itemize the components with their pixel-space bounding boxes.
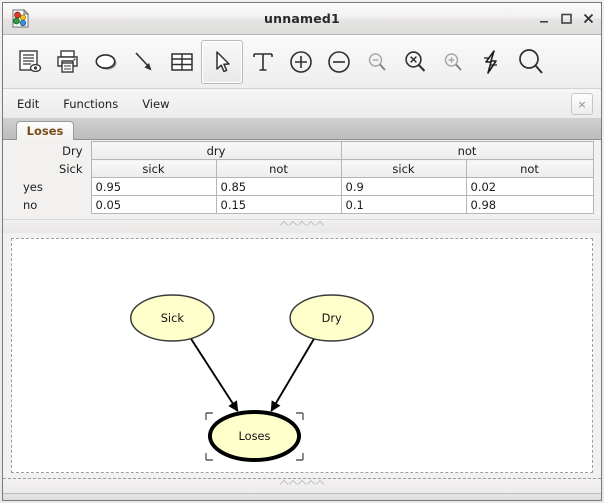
node-loses-label: Loses <box>239 429 271 443</box>
horizontal-splitter-top[interactable] <box>3 220 601 233</box>
splitter-up-arrow-icon[interactable] <box>279 220 289 230</box>
splitter-dot-3-bottom <box>306 479 316 489</box>
plus-circle-icon <box>287 48 315 76</box>
zoom-reset-button[interactable] <box>396 40 433 84</box>
handle-bottom-right[interactable] <box>296 453 304 461</box>
node-dry[interactable]: Dry <box>289 294 375 342</box>
add-node-button[interactable] <box>87 40 124 84</box>
splitter-dot-3 <box>306 220 316 230</box>
document-preview-icon <box>16 48 44 76</box>
text-t-icon <box>249 48 277 76</box>
node-sick[interactable]: Sick <box>130 294 215 342</box>
header-state-2[interactable]: sick <box>340 159 467 178</box>
table-row-parent-sick: Sick sick not sick not <box>11 159 594 178</box>
splitter-down-arrow-icon-bottom[interactable] <box>315 479 325 489</box>
close-button[interactable] <box>582 12 595 25</box>
header-state-0[interactable]: sick <box>90 159 217 178</box>
text-tool-button[interactable] <box>244 40 281 84</box>
edge-dry-to-loses[interactable] <box>270 338 315 412</box>
cell-no-2[interactable]: 0.1 <box>340 195 467 214</box>
arrow-arc-icon <box>130 48 158 76</box>
cell-yes-3[interactable]: 0.02 <box>465 177 594 196</box>
cell-yes-2[interactable]: 0.9 <box>340 177 467 196</box>
title-bar: unnamed1 <box>3 3 601 35</box>
row-label-yes[interactable]: yes <box>11 177 91 196</box>
header-state-3[interactable]: not <box>465 159 594 178</box>
menu-view[interactable]: View <box>132 94 179 114</box>
horizontal-splitter-bottom[interactable] <box>3 478 601 494</box>
cell-no-3[interactable]: 0.98 <box>465 195 594 214</box>
ellipse-node-icon <box>92 48 120 76</box>
splitter-grip-bottom[interactable] <box>279 479 325 489</box>
handle-top-right[interactable] <box>296 412 304 420</box>
cell-no-0[interactable]: 0.05 <box>90 195 217 214</box>
menu-functions[interactable]: Functions <box>53 94 128 114</box>
splitter-dot-2 <box>297 220 307 230</box>
row-label-no[interactable]: no <box>11 195 91 214</box>
header-state-1[interactable]: not <box>215 159 342 178</box>
magnifier-minus-icon <box>364 49 390 75</box>
main-toolbar <box>3 35 601 89</box>
handle-top-left[interactable] <box>205 412 213 420</box>
print-button[interactable] <box>49 40 86 84</box>
cell-yes-1[interactable]: 0.85 <box>215 177 342 196</box>
conditional-probability-table: Dry dry not Sick sick not sick not yes 0… <box>11 141 594 214</box>
printer-icon <box>54 48 82 76</box>
splitter-down-arrow-icon[interactable] <box>315 220 325 230</box>
zoom-in-button[interactable] <box>434 40 471 84</box>
window-frame: unnamed1 Edit Functions View × Loses Dry… <box>2 2 602 501</box>
remove-state-button[interactable] <box>320 40 357 84</box>
magnifier-plus-icon <box>440 49 466 75</box>
edge-sick-to-loses[interactable] <box>190 338 239 412</box>
add-arc-button[interactable] <box>125 40 162 84</box>
node-sick-label: Sick <box>161 311 185 325</box>
table-row: no 0.05 0.15 0.1 0.98 <box>11 195 594 214</box>
splitter-dot-1 <box>288 220 298 230</box>
parent-label-dry: Dry <box>11 141 91 160</box>
table-row-parent-dry: Dry dry not <box>11 141 594 160</box>
close-tab-button[interactable]: × <box>571 93 593 115</box>
application-window: unnamed1 Edit Functions View × Loses Dry… <box>0 0 604 503</box>
zoom-out-button[interactable] <box>358 40 395 84</box>
lightning-bolt-icon <box>477 48 505 76</box>
tab-loses[interactable]: Loses <box>16 121 74 140</box>
tab-strip: Loses <box>3 119 601 140</box>
maximize-button[interactable] <box>560 12 573 25</box>
table-row: yes 0.95 0.85 0.9 0.02 <box>11 177 594 196</box>
header-dry-group[interactable]: dry <box>90 141 342 160</box>
header-not-group[interactable]: not <box>340 141 594 160</box>
handle-bottom-left[interactable] <box>205 453 213 461</box>
cpt-panel: ◄ ► Dry dry not Sick sick not s <box>3 140 601 220</box>
magnifier-icon <box>515 46 547 78</box>
node-loses[interactable]: Loses <box>207 410 302 462</box>
node-dry-label: Dry <box>322 311 342 325</box>
splitter-dot-1-bottom <box>288 479 298 489</box>
status-bar <box>3 493 601 500</box>
table-view-button[interactable] <box>163 40 200 84</box>
menu-edit[interactable]: Edit <box>7 94 49 114</box>
window-title: unnamed1 <box>264 11 340 26</box>
splitter-up-arrow-icon-bottom[interactable] <box>279 479 289 489</box>
menu-bar: Edit Functions View × <box>3 89 601 119</box>
document-preview-button[interactable] <box>11 40 48 84</box>
minimize-button[interactable] <box>538 12 551 25</box>
graph-canvas[interactable]: Sick Dry Loses <box>11 238 593 473</box>
graph-canvas-wrapper: Sick Dry Loses <box>3 233 601 478</box>
parent-label-sick: Sick <box>11 159 91 178</box>
search-button[interactable] <box>510 40 552 84</box>
select-tool-button[interactable] <box>201 39 243 84</box>
magnifier-x-icon <box>401 48 429 76</box>
update-network-button[interactable] <box>472 40 509 84</box>
pointer-cursor-icon <box>209 49 235 75</box>
window-controls <box>538 3 595 34</box>
cell-no-1[interactable]: 0.15 <box>215 195 342 214</box>
splitter-dot-2-bottom <box>297 479 307 489</box>
splitter-grip[interactable] <box>279 220 325 230</box>
minus-circle-icon <box>325 48 353 76</box>
add-state-button[interactable] <box>282 40 319 84</box>
cell-yes-0[interactable]: 0.95 <box>90 177 217 196</box>
grid-table-icon <box>168 48 196 76</box>
